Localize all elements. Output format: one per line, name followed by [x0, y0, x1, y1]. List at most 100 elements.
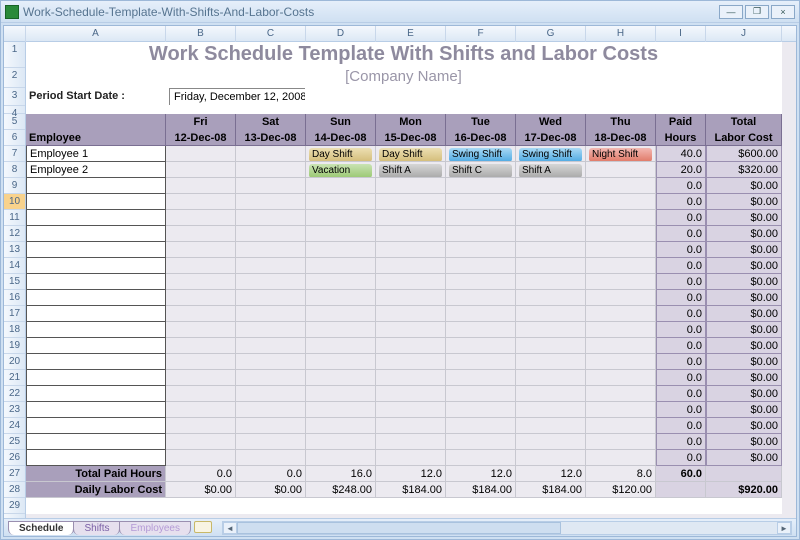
row-header[interactable]: 4 — [4, 106, 25, 114]
shift-cell[interactable] — [446, 226, 516, 242]
shift-cell[interactable] — [306, 258, 376, 274]
shift-cell[interactable] — [516, 338, 586, 354]
header-employee[interactable] — [26, 114, 166, 130]
shift-cell[interactable] — [516, 306, 586, 322]
employee-name[interactable]: Employee 2 — [26, 162, 166, 178]
col-header[interactable]: H — [586, 26, 656, 42]
shift-cell[interactable] — [446, 194, 516, 210]
labor-cost[interactable]: $0.00 — [706, 274, 782, 290]
paid-hours[interactable]: 0.0 — [656, 274, 706, 290]
shift-cell[interactable] — [446, 450, 516, 466]
employee-name[interactable] — [26, 402, 166, 418]
shift-cell[interactable] — [166, 210, 236, 226]
shift-cell[interactable] — [306, 306, 376, 322]
paid-hours[interactable]: 0.0 — [656, 386, 706, 402]
shift-cell[interactable] — [236, 402, 306, 418]
total-paid-day[interactable]: 12.0 — [516, 466, 586, 482]
shift-cell[interactable]: Day Shift — [376, 146, 446, 162]
shift-cell[interactable] — [166, 450, 236, 466]
daily-cost-day[interactable]: $184.00 — [516, 482, 586, 498]
shift-cell[interactable] — [376, 434, 446, 450]
row-header[interactable]: 25 — [4, 434, 25, 450]
shift-cell[interactable] — [446, 210, 516, 226]
col-header[interactable]: F — [446, 26, 516, 42]
employee-name[interactable] — [26, 178, 166, 194]
labor-cost[interactable]: $0.00 — [706, 306, 782, 322]
labor-cost[interactable]: $0.00 — [706, 450, 782, 466]
shift-cell[interactable] — [306, 210, 376, 226]
col-header[interactable]: B — [166, 26, 236, 42]
tab-employees[interactable]: Employees — [119, 521, 190, 535]
paid-hours[interactable]: 0.0 — [656, 338, 706, 354]
shift-cell[interactable] — [236, 322, 306, 338]
row-header[interactable]: 1 — [4, 42, 25, 68]
shift-cell[interactable] — [446, 338, 516, 354]
shift-badge[interactable]: Shift A — [379, 164, 442, 178]
col-header[interactable]: G — [516, 26, 586, 42]
shift-cell[interactable] — [516, 450, 586, 466]
shift-cell[interactable] — [516, 178, 586, 194]
labor-cost[interactable]: $0.00 — [706, 418, 782, 434]
shift-cell[interactable] — [376, 450, 446, 466]
labor-cost[interactable]: $0.00 — [706, 194, 782, 210]
shift-cell[interactable] — [586, 434, 656, 450]
header-date-5[interactable]: 17-Dec-08 — [516, 130, 586, 146]
shift-cell[interactable] — [446, 178, 516, 194]
paid-hours[interactable]: 0.0 — [656, 450, 706, 466]
labor-cost[interactable]: $320.00 — [706, 162, 782, 178]
shift-cell[interactable] — [446, 290, 516, 306]
daily-cost-day[interactable]: $120.00 — [586, 482, 656, 498]
employee-name[interactable] — [26, 226, 166, 242]
row-header[interactable]: 10 — [4, 194, 25, 210]
total-paid-day[interactable]: 0.0 — [166, 466, 236, 482]
shift-cell[interactable] — [236, 450, 306, 466]
paid-hours[interactable]: 0.0 — [656, 258, 706, 274]
shift-cell[interactable] — [166, 290, 236, 306]
paid-hours[interactable]: 0.0 — [656, 242, 706, 258]
shift-cell[interactable] — [166, 322, 236, 338]
shift-cell[interactable] — [306, 402, 376, 418]
header-date-1[interactable]: 13-Dec-08 — [236, 130, 306, 146]
shift-cell[interactable] — [516, 418, 586, 434]
shift-cell[interactable]: Night Shift — [586, 146, 656, 162]
header-dow-4[interactable]: Tue — [446, 114, 516, 130]
total-paid-day[interactable]: 0.0 — [236, 466, 306, 482]
shift-cell[interactable] — [306, 194, 376, 210]
shift-badge[interactable]: Swing Shift — [449, 148, 512, 162]
row-header[interactable]: 20 — [4, 354, 25, 370]
row-header[interactable]: 19 — [4, 338, 25, 354]
shift-cell[interactable]: Swing Shift — [516, 146, 586, 162]
daily-cost-day[interactable]: $184.00 — [376, 482, 446, 498]
employee-name[interactable] — [26, 242, 166, 258]
shift-cell[interactable] — [516, 194, 586, 210]
company-name[interactable]: [Company Name] — [26, 68, 782, 88]
employee-name[interactable] — [26, 210, 166, 226]
row-header[interactable]: 24 — [4, 418, 25, 434]
employee-name[interactable] — [26, 258, 166, 274]
labor-cost[interactable]: $0.00 — [706, 338, 782, 354]
shift-cell[interactable] — [586, 370, 656, 386]
shift-cell[interactable] — [376, 210, 446, 226]
header-paid[interactable]: Hours — [656, 130, 706, 146]
shift-cell[interactable] — [516, 354, 586, 370]
row-header[interactable]: 21 — [4, 370, 25, 386]
shift-cell[interactable] — [306, 434, 376, 450]
row-header[interactable]: 2 — [4, 68, 25, 88]
shift-cell[interactable] — [236, 242, 306, 258]
paid-hours[interactable]: 40.0 — [656, 146, 706, 162]
row-header[interactable]: 5 — [4, 114, 25, 130]
minimize-button[interactable]: — — [719, 5, 743, 19]
header-cost[interactable]: Labor Cost — [706, 130, 782, 146]
employee-name[interactable] — [26, 434, 166, 450]
shift-badge[interactable]: Swing Shift — [519, 148, 582, 162]
employee-name[interactable] — [26, 306, 166, 322]
shift-cell[interactable] — [376, 194, 446, 210]
shift-cell[interactable] — [376, 178, 446, 194]
shift-cell[interactable] — [306, 370, 376, 386]
shift-cell[interactable] — [376, 418, 446, 434]
shift-cell[interactable] — [376, 242, 446, 258]
shift-cell[interactable] — [166, 354, 236, 370]
shift-cell[interactable] — [586, 306, 656, 322]
shift-cell[interactable] — [586, 210, 656, 226]
paid-hours[interactable]: 0.0 — [656, 434, 706, 450]
